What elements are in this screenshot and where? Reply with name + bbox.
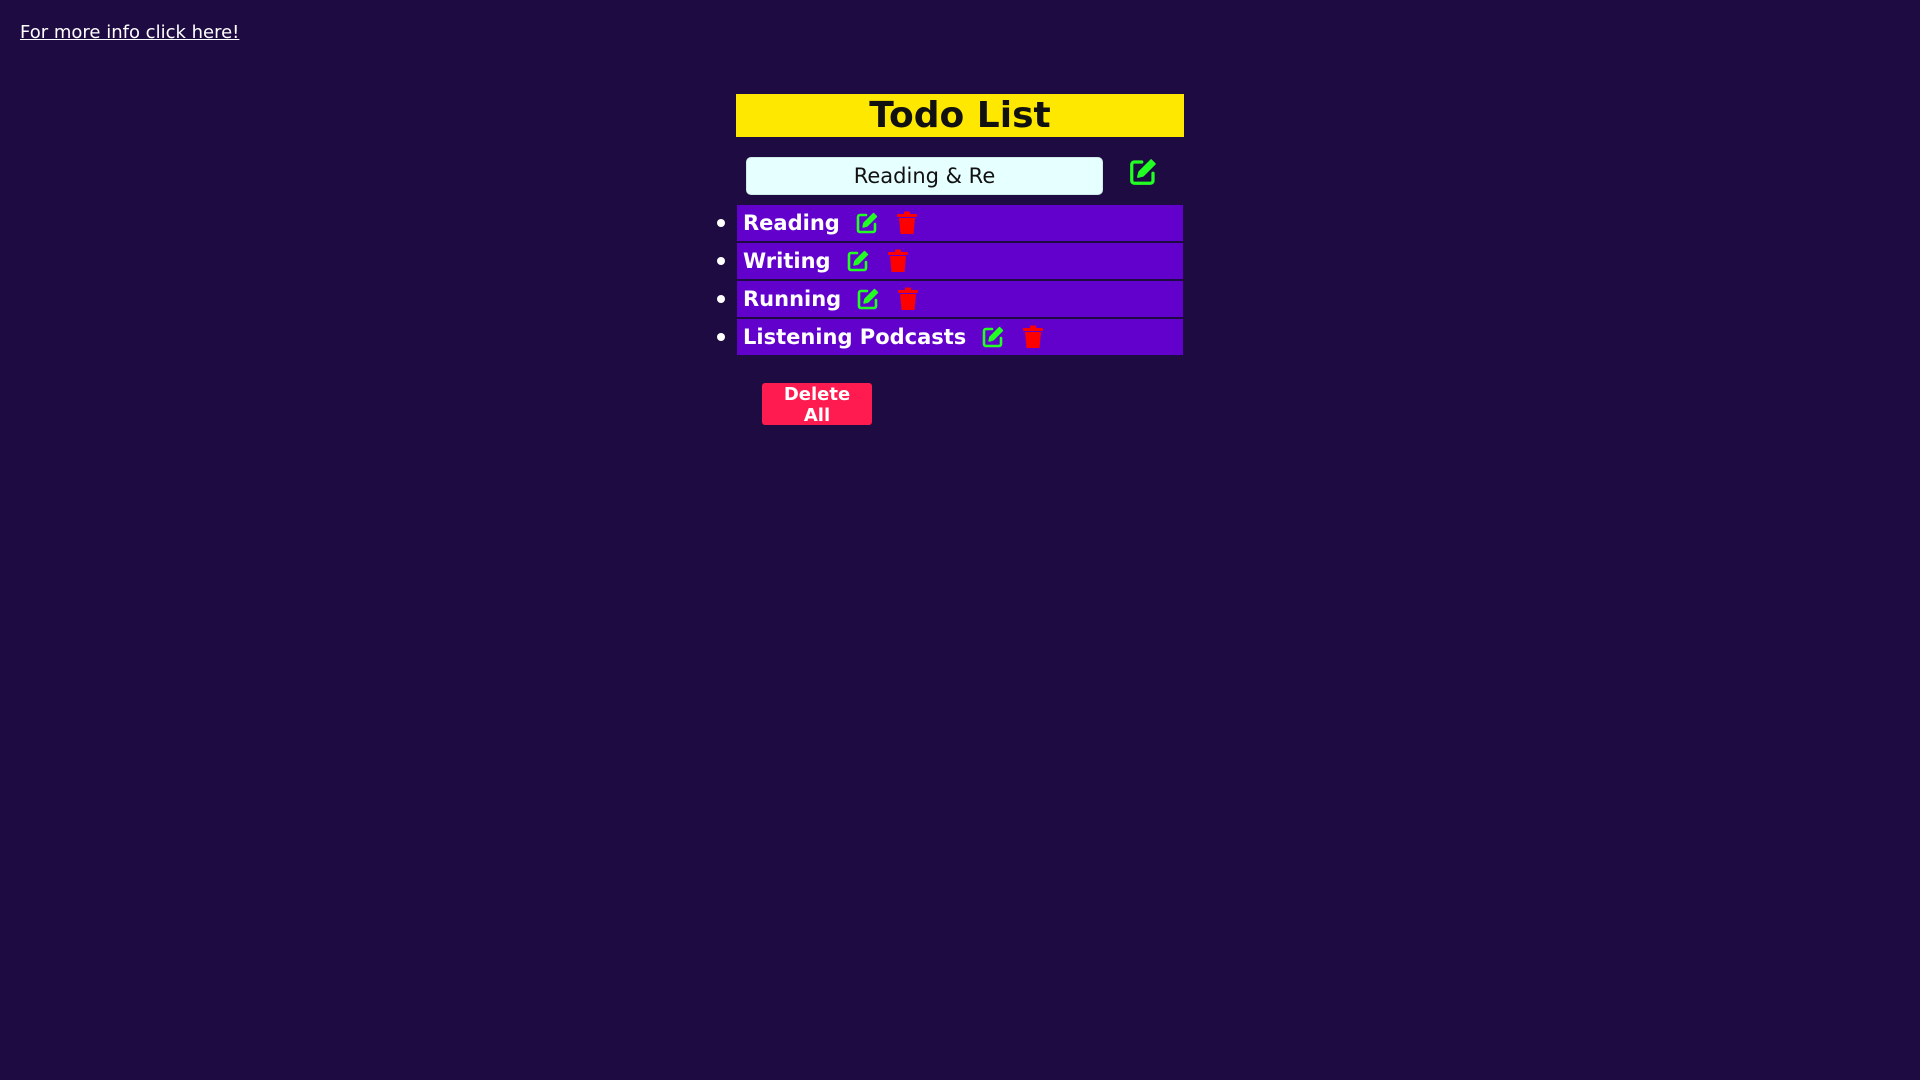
more-info-link[interactable]: For more info click here! (20, 22, 239, 43)
todo-label: Listening Podcasts (743, 325, 967, 349)
edit-icon (856, 212, 878, 234)
edit-icon (857, 288, 879, 310)
todo-edit-input[interactable] (746, 157, 1103, 195)
delete-todo-button[interactable] (894, 210, 920, 236)
edit-icon (847, 250, 868, 272)
list-item: Listening Podcasts (717, 319, 1183, 355)
edit-todo-button[interactable] (845, 248, 871, 274)
todo-label: Running (743, 287, 842, 311)
edit-icon (1130, 159, 1156, 185)
list-item: Writing (717, 243, 1183, 279)
bullet-marker (717, 333, 725, 341)
edit-todo-button[interactable] (980, 324, 1006, 350)
trash-icon (887, 249, 908, 272)
edit-form (746, 157, 1166, 195)
delete-todo-button[interactable] (895, 286, 921, 312)
submit-edit-button[interactable] (1126, 155, 1160, 189)
trash-icon (896, 211, 917, 234)
edit-todo-button[interactable] (855, 286, 881, 312)
todo-list: Reading Writing Running Listening Podcas… (717, 205, 1183, 357)
todo-label: Reading (743, 211, 840, 235)
edit-todo-button[interactable] (854, 210, 880, 236)
edit-icon (983, 326, 1004, 348)
page-title: Todo List (736, 94, 1184, 137)
bullet-marker (717, 257, 725, 265)
bullet-marker (717, 219, 725, 227)
todo-label: Writing (743, 249, 831, 273)
delete-todo-button[interactable] (885, 248, 911, 274)
list-item: Running (717, 281, 1183, 317)
bullet-marker (717, 295, 725, 303)
list-item: Reading (717, 205, 1183, 241)
delete-todo-button[interactable] (1020, 324, 1046, 350)
trash-icon (898, 287, 919, 310)
trash-icon (1023, 325, 1044, 348)
delete-all-button[interactable]: Delete All (762, 383, 872, 426)
